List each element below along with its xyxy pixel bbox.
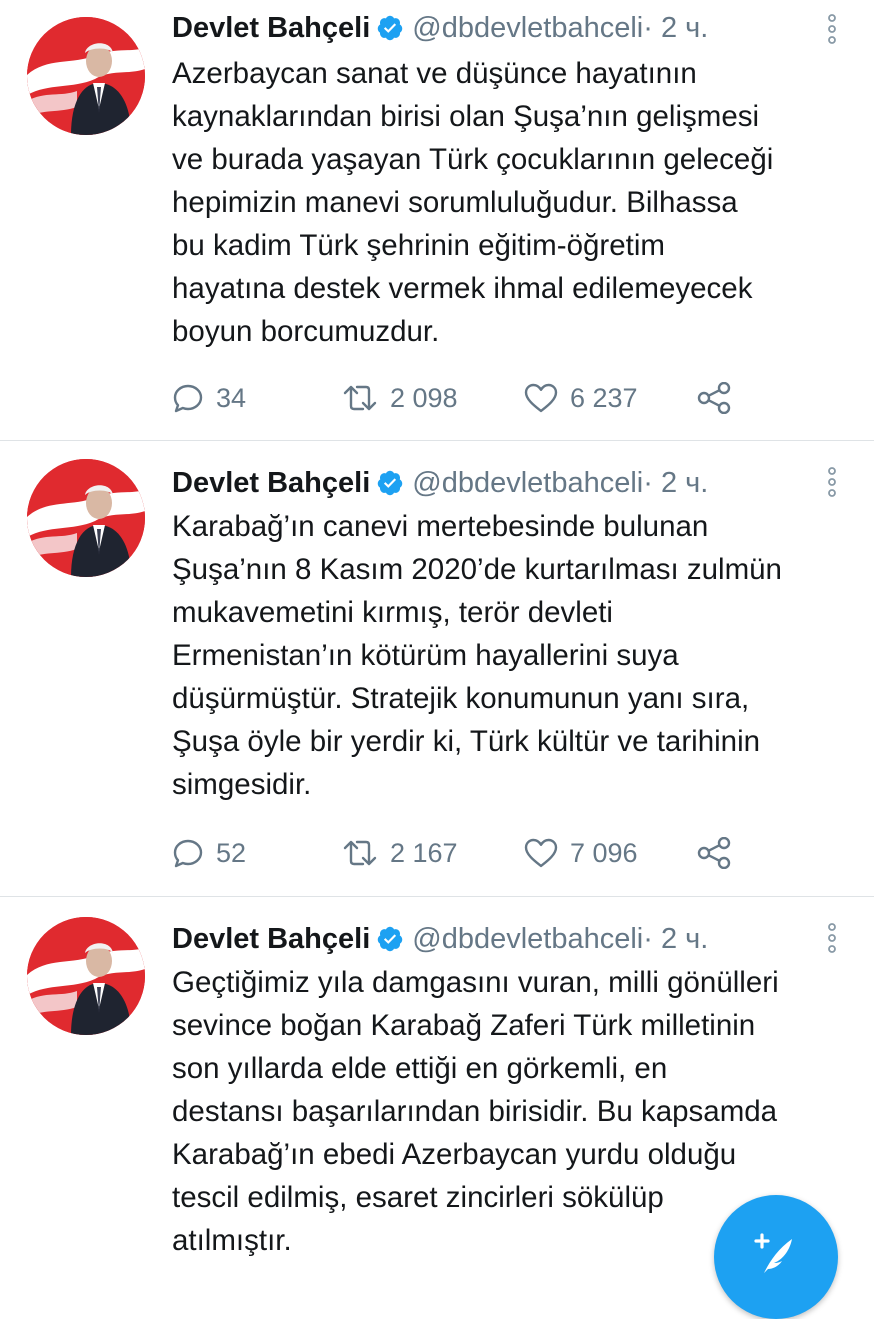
verified-badge-icon — [376, 469, 404, 497]
avatar[interactable] — [27, 459, 145, 577]
heart-icon — [524, 837, 558, 869]
avatar[interactable] — [27, 17, 145, 135]
author-name[interactable]: Devlet Bahçeli — [172, 12, 370, 45]
tweet-header: Devlet Bahçeli @dbdevletbahceli · 2 ч. — [172, 6, 814, 50]
reply-icon — [172, 382, 204, 414]
share-icon — [696, 837, 732, 869]
reply-button[interactable]: 34 — [172, 378, 246, 418]
retweet-count: 2 167 — [390, 837, 458, 868]
tweet-timestamp: · 2 ч. — [643, 11, 709, 44]
tweet-actions: 34 2 098 6 237 — [172, 378, 772, 418]
retweet-button[interactable]: 2 098 — [342, 378, 458, 418]
compose-tweet-icon — [754, 1233, 792, 1273]
like-button[interactable]: 7 096 — [524, 833, 638, 873]
tweet[interactable]: Devlet Bahçeli @dbdevletbahceli · 2 ч. A… — [0, 0, 874, 440]
verified-badge-icon — [376, 925, 404, 953]
more-vertical-icon[interactable] — [826, 467, 838, 497]
author-name[interactable]: Devlet Bahçeli — [172, 923, 370, 956]
tweet-text: Karabağ’ın canevi mertebesinde bulunan Ş… — [172, 510, 782, 801]
reply-icon — [172, 837, 204, 869]
share-icon — [696, 382, 732, 414]
tweet-header: Devlet Bahçeli @dbdevletbahceli · 2 ч. — [172, 461, 814, 505]
retweet-icon — [342, 382, 378, 414]
author-handle[interactable]: @dbdevletbahceli — [412, 923, 643, 956]
verified-badge-icon — [376, 14, 404, 42]
reply-count: 34 — [216, 382, 247, 413]
share-button[interactable] — [696, 833, 732, 873]
tweet-text: Azerbaycan sanat ve düşünce hayatının ka… — [172, 57, 774, 348]
retweet-icon — [342, 837, 378, 869]
author-handle[interactable]: @dbdevletbahceli — [412, 467, 643, 500]
author-handle[interactable]: @dbdevletbahceli — [412, 12, 643, 45]
tweet-actions: 52 2 167 7 096 — [172, 833, 772, 873]
reply-count: 52 — [216, 837, 247, 868]
tweet[interactable]: Devlet Bahçeli @dbdevletbahceli · 2 ч. K… — [0, 441, 874, 896]
avatar[interactable] — [27, 917, 145, 1035]
tweet-timestamp: · 2 ч. — [643, 466, 709, 499]
like-count: 6 237 — [570, 382, 638, 413]
heart-icon — [524, 382, 558, 414]
retweet-button[interactable]: 2 167 — [342, 833, 458, 873]
compose-tweet-button[interactable] — [714, 1195, 838, 1319]
tweet-header: Devlet Bahçeli @dbdevletbahceli · 2 ч. — [172, 917, 814, 961]
tweet-timestamp: · 2 ч. — [643, 922, 709, 955]
like-button[interactable]: 6 237 — [524, 378, 638, 418]
retweet-count: 2 098 — [390, 382, 458, 413]
reply-button[interactable]: 52 — [172, 833, 246, 873]
more-vertical-icon[interactable] — [826, 923, 838, 953]
like-count: 7 096 — [570, 837, 638, 868]
author-name[interactable]: Devlet Bahçeli — [172, 467, 370, 500]
share-button[interactable] — [696, 378, 732, 418]
more-vertical-icon[interactable] — [826, 14, 838, 44]
